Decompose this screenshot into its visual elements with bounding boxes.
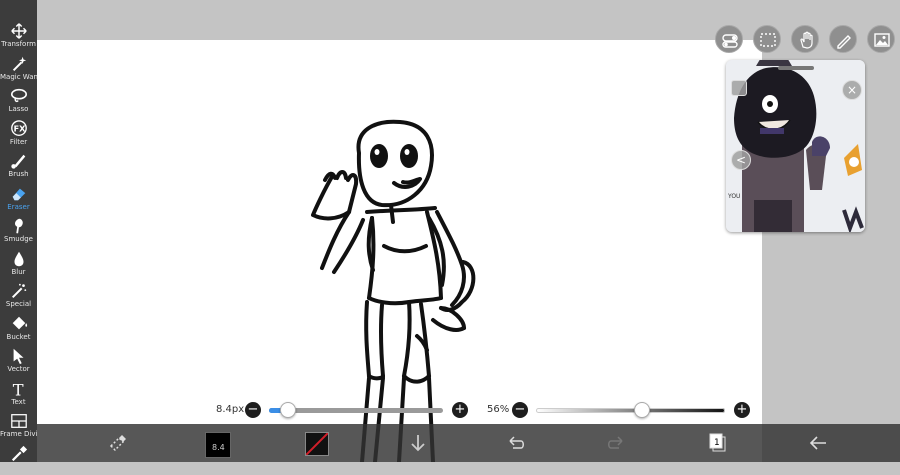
opacity-plus-button[interactable]: + <box>734 402 750 418</box>
quick-menu-button[interactable] <box>107 432 129 458</box>
drag-handle[interactable] <box>778 66 814 70</box>
bucket-icon <box>12 316 27 329</box>
arrow-down-icon <box>411 435 425 452</box>
toggle-button[interactable] <box>715 25 743 53</box>
brush-sliders: 8.4px − + 56% − + <box>0 398 762 422</box>
close-reference-button[interactable]: × <box>842 80 862 100</box>
tool-smudge[interactable]: Smudge <box>0 215 37 247</box>
special-wand-icon <box>11 283 26 299</box>
tool-vector[interactable]: Vector <box>0 345 37 377</box>
undo-button[interactable] <box>505 432 527 458</box>
tool-transform[interactable]: Transform <box>0 20 37 52</box>
hand-icon <box>800 31 813 49</box>
reference-menu-button[interactable] <box>731 80 747 96</box>
tool-label: Vector <box>7 365 30 373</box>
svg-text:YOU: YOU <box>727 193 740 200</box>
undo-icon <box>509 436 524 449</box>
brush-preview-button[interactable]: 8.4 <box>205 432 231 458</box>
tool-eraser[interactable]: Eraser <box>0 183 37 215</box>
tool-label: Lasso <box>8 105 29 113</box>
redo-button[interactable] <box>605 432 627 458</box>
image-icon <box>874 33 890 47</box>
color-swatch-button[interactable] <box>305 432 329 456</box>
selection-button[interactable] <box>753 25 781 53</box>
move-icon <box>10 23 27 39</box>
tool-magic-wand[interactable]: Magic Wand <box>0 53 43 85</box>
brush-icon <box>10 154 25 169</box>
tool-label: Brush <box>8 170 29 178</box>
tool-label: Eraser <box>7 202 30 211</box>
tool-bucket[interactable]: Bucket <box>0 313 37 345</box>
back-reference-button[interactable]: < <box>731 150 751 170</box>
eraser-icon <box>12 188 25 200</box>
vector-arrow-icon <box>13 348 23 365</box>
svg-text:FX: FX <box>13 123 26 133</box>
blur-drop-icon <box>14 251 23 266</box>
brush-size-label: 8.4px <box>216 404 245 415</box>
tool-label: Filter <box>9 137 28 146</box>
lasso-icon <box>10 88 27 103</box>
opacity-label: 56% <box>487 404 510 415</box>
image-button[interactable] <box>867 25 895 53</box>
redo-icon <box>608 436 623 449</box>
back-button[interactable] <box>807 432 829 458</box>
svg-text:T: T <box>12 380 23 398</box>
hand-button[interactable] <box>791 25 819 53</box>
brush-size-knob[interactable] <box>280 402 297 418</box>
selection-icon <box>760 33 776 47</box>
brush-size-minus-button[interactable]: − <box>245 402 261 418</box>
pen-button[interactable] <box>829 25 857 53</box>
tool-sidebar: Transform Magic Wand Lasso FX Filter Brush Era… <box>0 0 50 462</box>
tool-blur[interactable]: Blur <box>0 248 37 280</box>
brush-size-plus-button[interactable]: + <box>452 402 468 418</box>
tool-label: Frame Divider <box>0 430 50 438</box>
tool-label: Special <box>5 300 32 308</box>
layers-button[interactable]: 1 <box>707 432 729 458</box>
opacity-minus-button[interactable]: − <box>512 402 528 418</box>
tool-label: Bucket <box>6 332 31 341</box>
tool-eyedropper[interactable] <box>0 443 37 475</box>
text-icon: T <box>12 380 23 398</box>
fx-icon: FX <box>10 119 27 136</box>
color-swatch-icon <box>306 433 328 455</box>
smudge-icon <box>14 218 23 234</box>
tool-brush[interactable]: Brush <box>0 150 37 182</box>
opacity-track[interactable] <box>536 408 725 413</box>
layer-down-button[interactable] <box>407 432 429 458</box>
quick-menu-icon <box>109 435 126 452</box>
tool-lasso[interactable]: Lasso <box>0 85 37 117</box>
toggle-icon <box>722 34 738 48</box>
opacity-knob[interactable] <box>633 402 650 418</box>
brush-preview-label: 8.4 <box>212 443 225 452</box>
bottom-bar: 8.4 1 <box>37 424 900 462</box>
pen-icon <box>837 35 851 49</box>
tool-label: Smudge <box>4 235 33 243</box>
tool-label: Magic Wand <box>0 72 43 81</box>
back-arrow-icon <box>809 436 826 450</box>
reference-window[interactable]: YOU × < <box>726 60 865 232</box>
tool-label: Blur <box>11 267 26 276</box>
tool-label: Transform <box>1 40 36 48</box>
svg-text:1: 1 <box>714 438 720 448</box>
tool-filter[interactable]: FX Filter <box>0 118 37 150</box>
magic-wand-icon <box>12 56 26 71</box>
tool-special[interactable]: Special <box>0 280 37 312</box>
layers-icon: 1 <box>709 433 726 452</box>
eyedropper-icon <box>11 445 27 461</box>
